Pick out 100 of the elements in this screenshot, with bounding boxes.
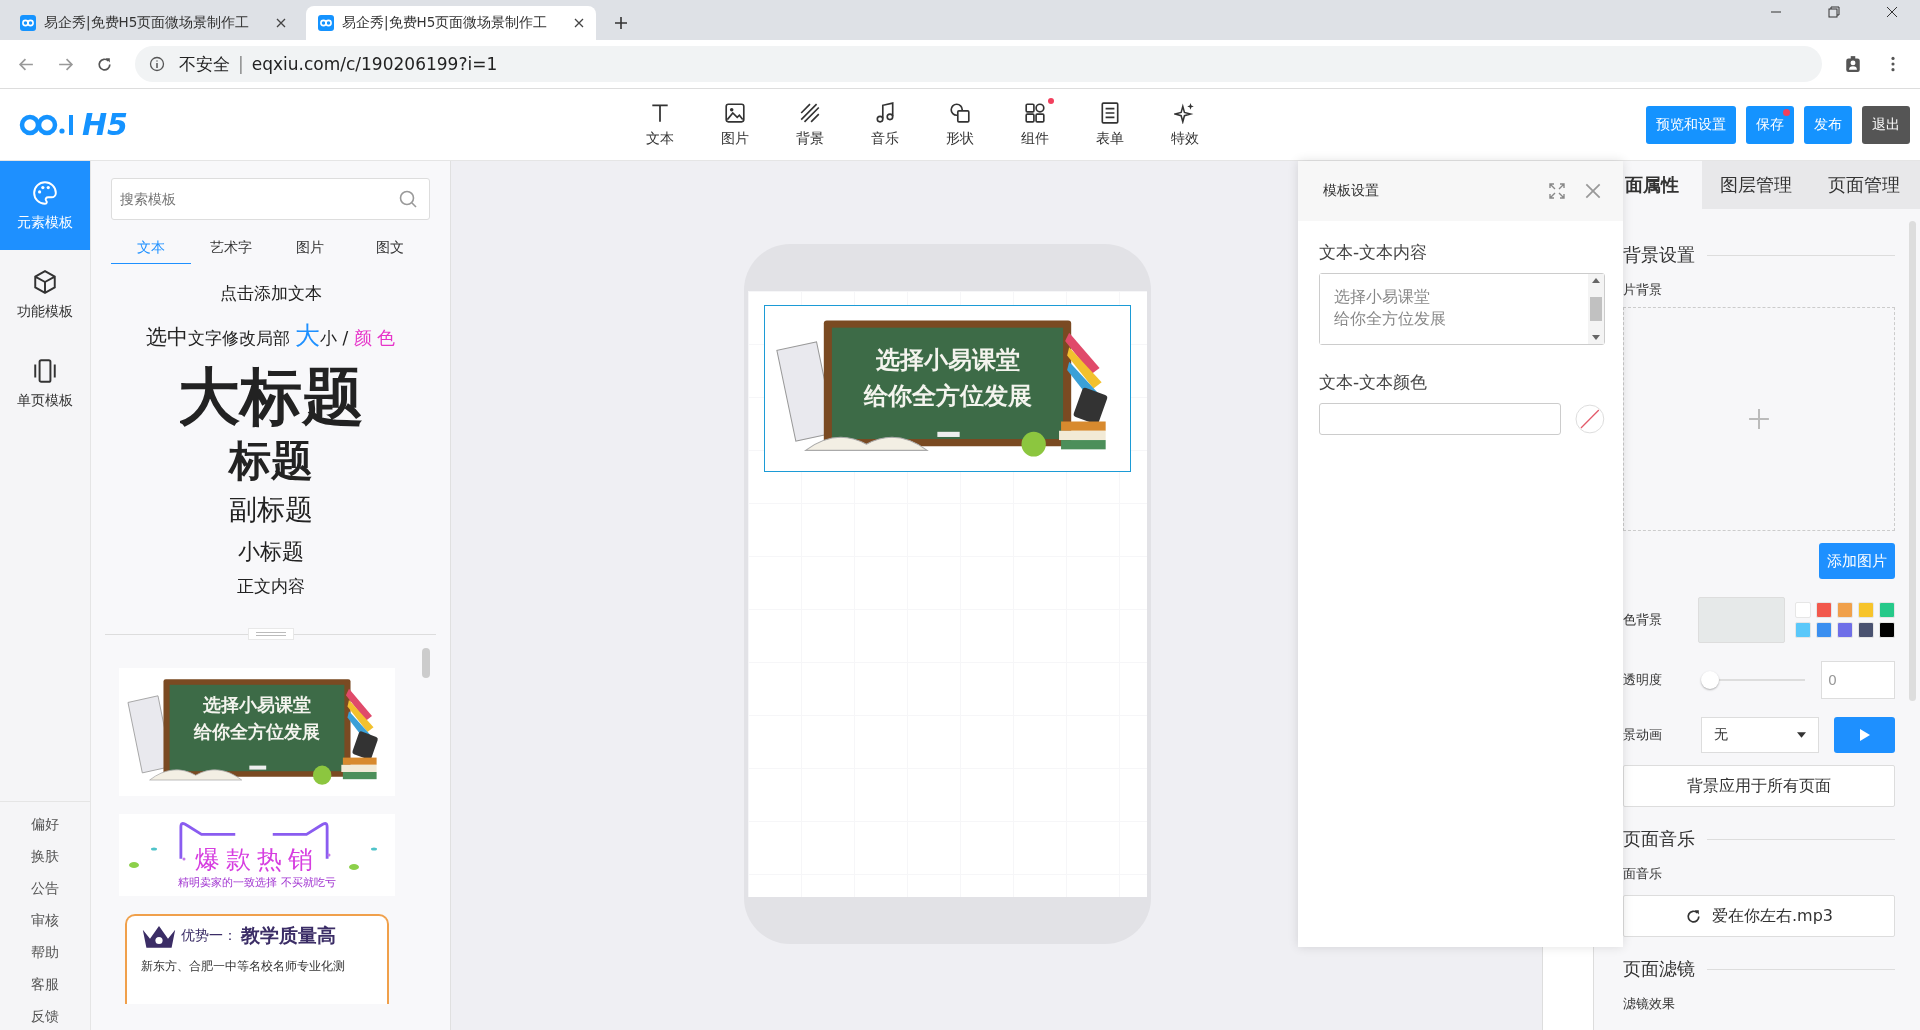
template-card[interactable]: 选择小易课堂 给你全方位发展 — [119, 668, 395, 796]
cube-icon — [32, 268, 58, 295]
subheading-sample[interactable]: 副标题 — [228, 489, 313, 531]
header-button[interactable]: 退出 — [1862, 105, 1910, 144]
close-icon[interactable] — [1886, 6, 1898, 18]
color-swatch[interactable] — [1879, 602, 1895, 618]
toolbar-button[interactable]: 组件 — [997, 101, 1072, 148]
color-field[interactable] — [1319, 403, 1562, 435]
reload-icon[interactable] — [96, 55, 113, 73]
play-icon — [1859, 729, 1870, 741]
banner-text: 选择小易课堂 — [203, 693, 311, 717]
banner-element[interactable]: 选择小易课堂 给你全方位发展 — [764, 305, 1131, 472]
sidebar-item[interactable]: 功能模板 — [0, 250, 90, 339]
new-tab-icon[interactable] — [614, 16, 628, 30]
animation-dropdown[interactable]: 无 — [1701, 717, 1819, 753]
field-label: 文本-文本颜色 — [1319, 371, 1429, 394]
banner-text: 给你全方位发展 — [863, 381, 1032, 413]
template-card[interactable]: 优势一： 教学质量高 新东方、合肥一中等名校名师专业化测 — [125, 914, 389, 1004]
field-label: 片背景 — [1623, 281, 1663, 299]
sidebar-link[interactable]: 审核 — [31, 912, 59, 930]
sidebar-link[interactable]: 换肤 — [31, 848, 59, 866]
restore-icon[interactable] — [1828, 6, 1840, 18]
security-label: 不安全 — [179, 52, 230, 76]
panel-tab[interactable]: 面属性 — [1623, 161, 1702, 209]
sale-title: 爆款热销 — [195, 844, 319, 876]
toolbar-button[interactable]: 文本 — [622, 101, 697, 148]
small-heading-sample[interactable]: 小标题 — [237, 537, 304, 567]
toolbar-button[interactable]: 音乐 — [847, 101, 922, 148]
image-icon — [723, 101, 746, 124]
color-swatch[interactable] — [1837, 602, 1853, 618]
color-swatch[interactable] — [1795, 622, 1811, 638]
field-label: 透明度 — [1623, 671, 1663, 689]
color-swatch[interactable] — [1816, 602, 1832, 618]
category-tab[interactable]: 图片 — [270, 232, 351, 264]
play-button[interactable] — [1834, 717, 1895, 753]
address-bar[interactable]: 不安全 | eqxiu.com/c/190206199?i=1 — [135, 46, 1822, 82]
sidebar-link[interactable]: 公告 — [31, 880, 59, 898]
browser-tab[interactable]: 易企秀|免费H5页面微场景制作工 — [8, 6, 298, 40]
palette-icon — [32, 179, 58, 206]
grid-icon — [1023, 101, 1046, 124]
color-swatch[interactable] — [1816, 622, 1832, 638]
toolbar-button[interactable]: 背景 — [772, 101, 847, 148]
toolbar-button[interactable]: 特效 — [1147, 101, 1222, 148]
field-label: 滤镜效果 — [1623, 995, 1676, 1013]
search-field[interactable]: 搜索模板 — [111, 178, 430, 220]
styled-text-sample[interactable]: 选中文字修改局部 大小 / 颜 色 — [145, 319, 396, 352]
no-color-icon[interactable] — [1575, 404, 1605, 434]
field-label: 面音乐 — [1623, 865, 1663, 883]
close-icon[interactable] — [276, 18, 286, 28]
plus-icon — [1748, 408, 1770, 430]
panel-tab[interactable]: 图层管理 — [1702, 161, 1810, 209]
browser-tab[interactable]: 易企秀|免费H5页面微场景制作工 — [306, 6, 596, 40]
refresh-icon — [1685, 907, 1702, 925]
sidebar-item[interactable]: 单页模板 — [0, 339, 90, 428]
color-swatch[interactable] — [1858, 602, 1874, 618]
sidebar-link[interactable]: 客服 — [31, 976, 59, 994]
section-heading: 页面音乐 — [1623, 827, 1695, 851]
panel-tab[interactable]: 页面管理 — [1810, 161, 1918, 209]
category-tab[interactable]: 艺术字 — [190, 232, 271, 264]
toolbar-button[interactable]: 图片 — [697, 101, 772, 148]
color-swatch[interactable] — [1858, 622, 1874, 638]
body-text-sample[interactable]: 正文内容 — [236, 575, 305, 598]
sale-subtitle: 精明卖家的一致选择 不买就吃亏 — [178, 876, 336, 890]
form-icon — [1098, 101, 1121, 124]
scroll-down-icon[interactable] — [1592, 335, 1600, 340]
expand-icon[interactable] — [1549, 183, 1565, 199]
scrollbar-thumb[interactable] — [422, 648, 430, 678]
profile-icon[interactable] — [1844, 55, 1862, 73]
shapes-icon — [948, 101, 971, 124]
toolbar-button[interactable]: 表单 — [1072, 101, 1147, 148]
color-swatch[interactable] — [1879, 622, 1895, 638]
caret-icon — [1797, 732, 1806, 738]
apply-all-button[interactable]: 背景应用于所有页面 — [1623, 765, 1895, 807]
sidebar-link[interactable]: 偏好 — [31, 816, 59, 834]
sparkle-icon — [1173, 101, 1196, 124]
sidebar-link[interactable]: 反馈 — [31, 1008, 59, 1026]
info-icon — [149, 56, 165, 72]
scroll-up-icon[interactable] — [1592, 278, 1600, 283]
color-swatch[interactable] — [1837, 622, 1853, 638]
close-icon[interactable] — [574, 18, 584, 28]
heading-sample[interactable]: 标题 — [228, 434, 313, 489]
music-button[interactable]: 爱在你左右.mp3 — [1623, 895, 1895, 937]
large-heading-sample[interactable]: 大标题 — [177, 360, 364, 435]
scrollbar-thumb[interactable] — [1909, 221, 1916, 701]
add-text-sample[interactable]: 点击添加文本 — [219, 282, 322, 305]
template-card[interactable]: 爆款热销 精明卖家的一致选择 不买就吃亏 — [119, 814, 395, 896]
slider-thumb[interactable] — [1701, 671, 1719, 689]
scrollbar[interactable] — [1588, 274, 1604, 344]
resize-handle[interactable] — [247, 628, 294, 640]
advantage-title: 教学质量高 — [241, 923, 336, 948]
color-preview[interactable] — [1698, 597, 1785, 643]
search-icon[interactable] — [398, 189, 418, 209]
category-tab[interactable]: 图文 — [350, 232, 430, 264]
sidebar-link[interactable]: 帮助 — [31, 944, 59, 962]
banner-text: 选择小易课堂 — [875, 345, 1020, 377]
color-swatch[interactable] — [1795, 602, 1811, 618]
text-content-field[interactable]: 选择小易课堂 给你全方位发展 — [1319, 273, 1605, 345]
field-label: 色背景 — [1623, 611, 1663, 629]
banner-text: 给你全方位发展 — [194, 720, 320, 744]
toolbar-button[interactable]: 形状 — [922, 101, 997, 148]
